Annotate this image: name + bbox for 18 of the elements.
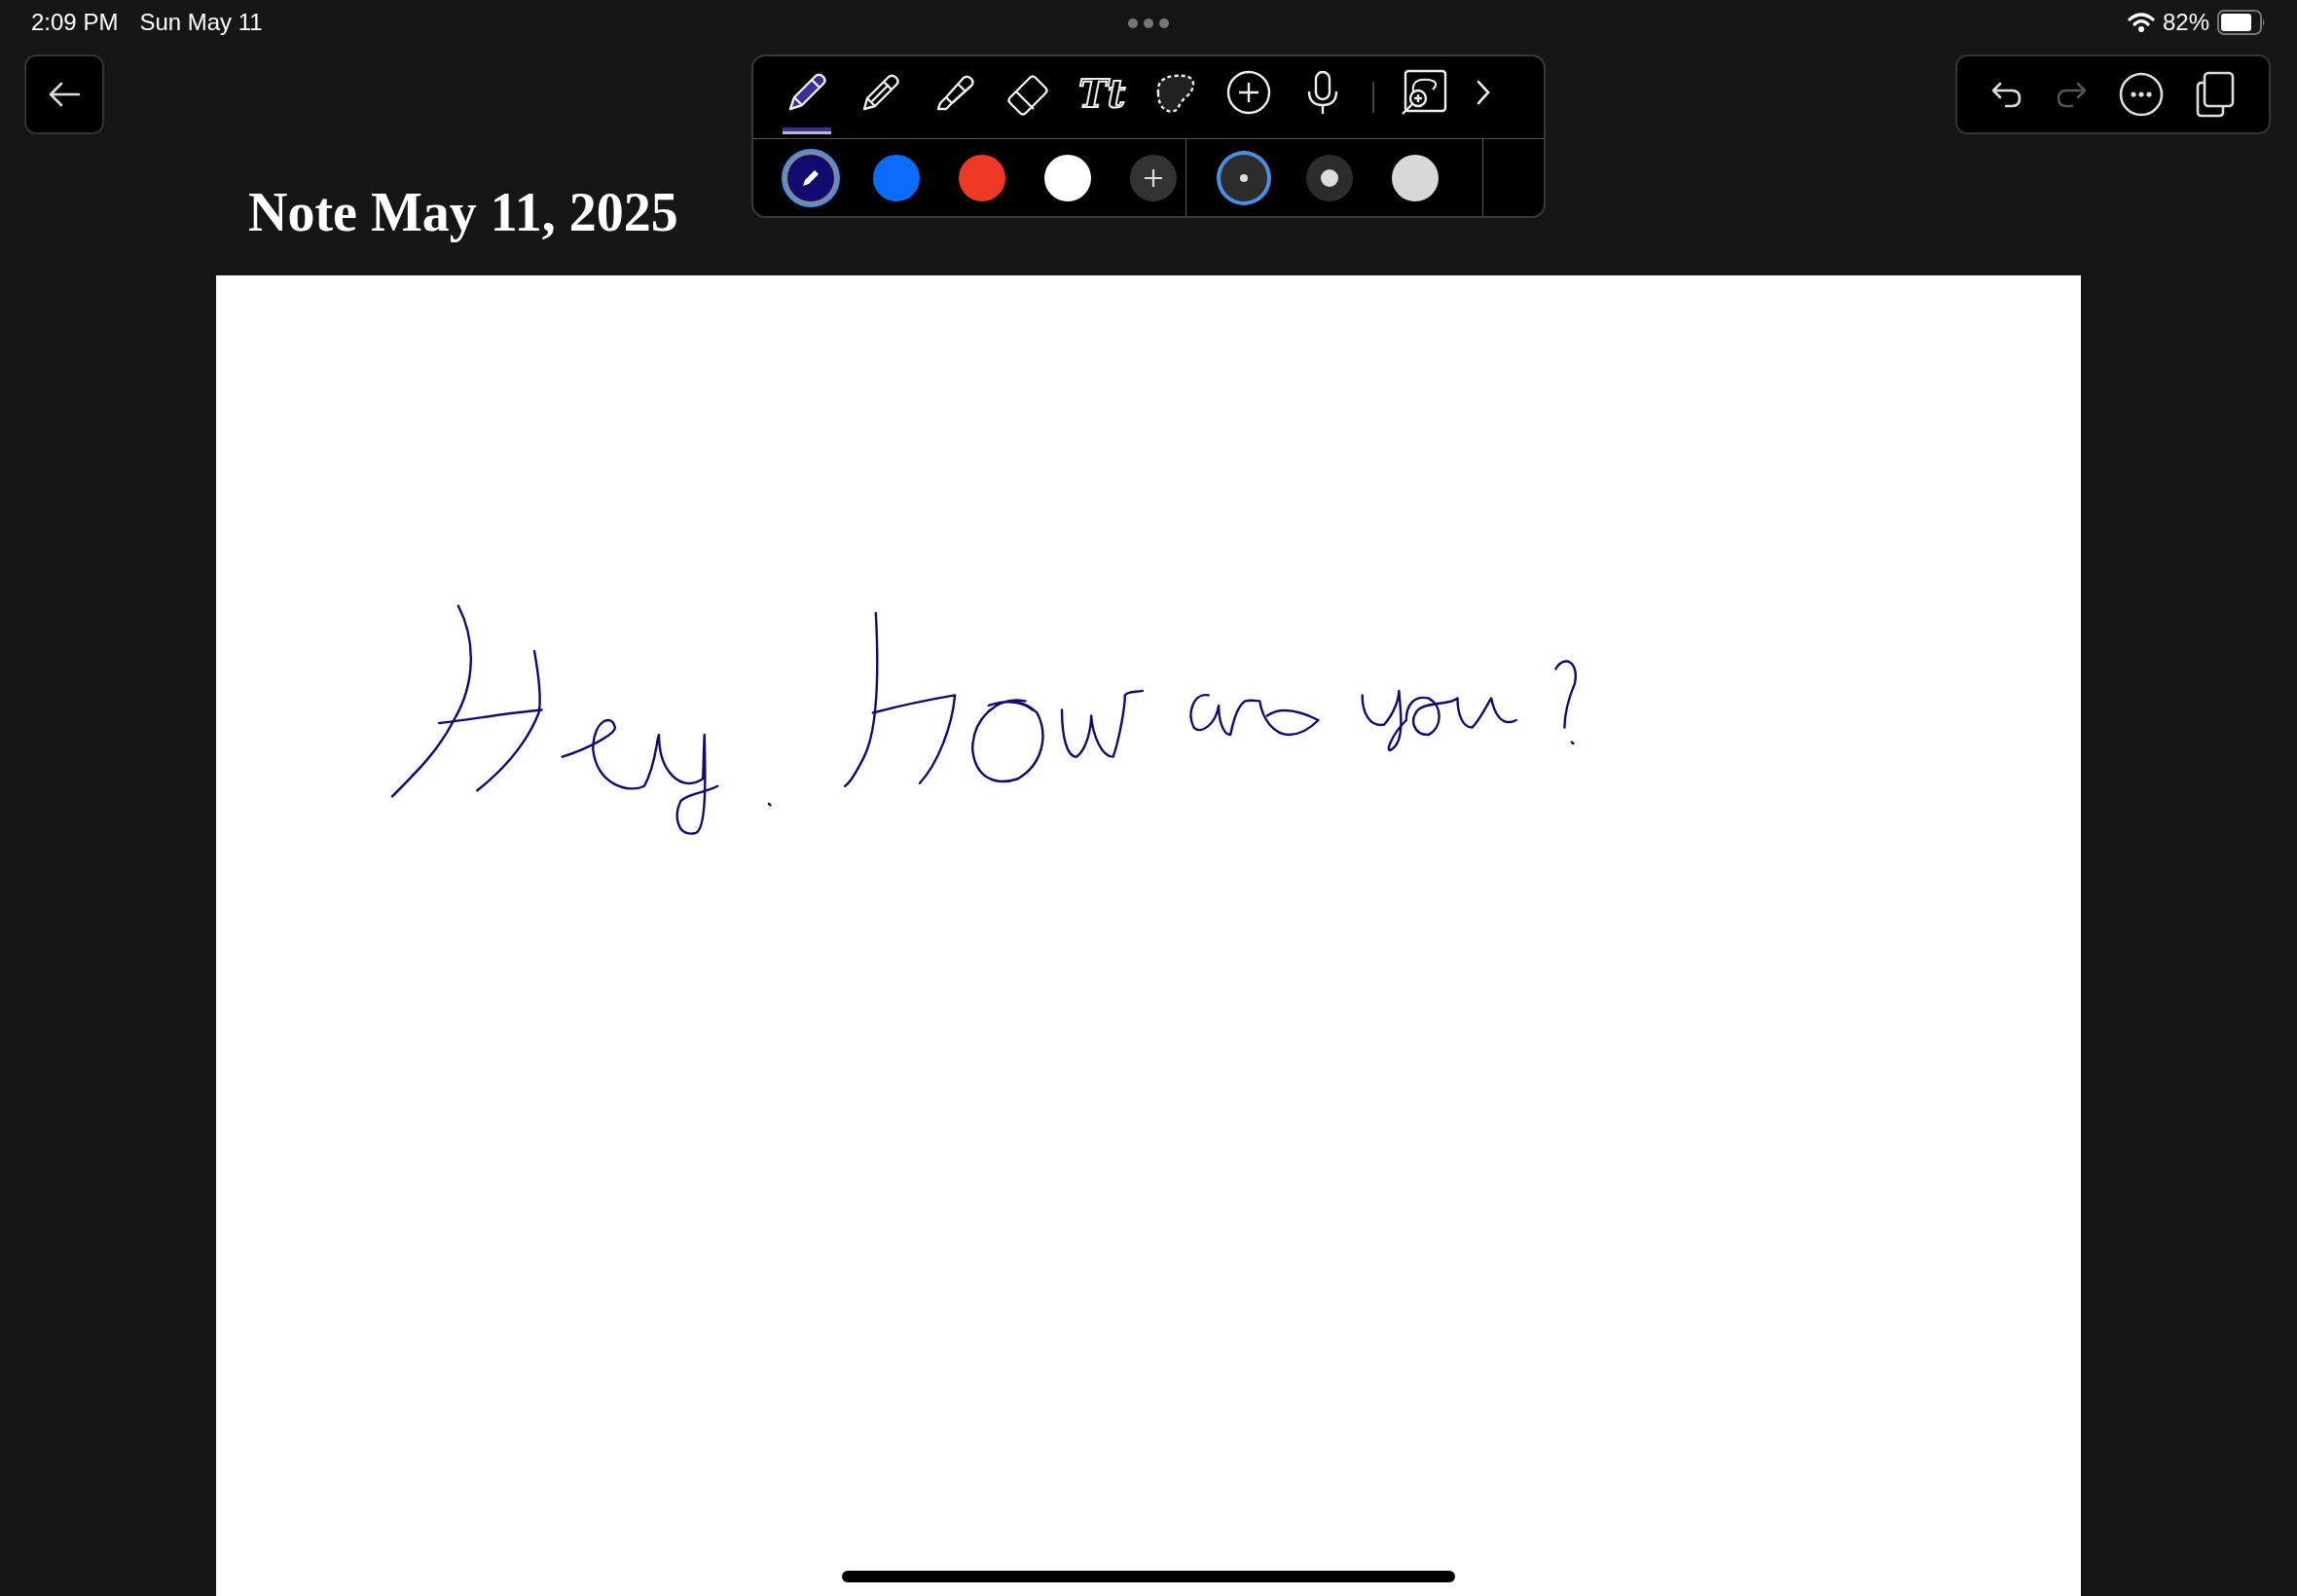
note-title: Note May 11, 2025 [248, 181, 679, 243]
stroke-size-button[interactable] [1392, 154, 1439, 201]
battery-icon [2217, 10, 2266, 35]
stroke-size-button[interactable] [1221, 154, 1267, 201]
color-swatch[interactable] [873, 154, 920, 201]
color-swatch[interactable] [1044, 154, 1091, 201]
text-tool[interactable]: Tt [1078, 63, 1126, 131]
plus-icon [1143, 166, 1164, 189]
back-arrow-icon [48, 82, 81, 107]
stroke-size-button[interactable] [1306, 154, 1353, 201]
color-swatch[interactable] [959, 154, 1005, 201]
wifi-icon [2127, 12, 2155, 33]
status-date: Sun May 11 [139, 9, 263, 36]
status-time: 2:09 PM [31, 9, 119, 36]
add-color-button[interactable] [1130, 154, 1177, 201]
battery-percent: 82% [2162, 9, 2209, 36]
multitasking-icon[interactable] [1127, 18, 1170, 29]
back-button[interactable] [24, 54, 104, 134]
